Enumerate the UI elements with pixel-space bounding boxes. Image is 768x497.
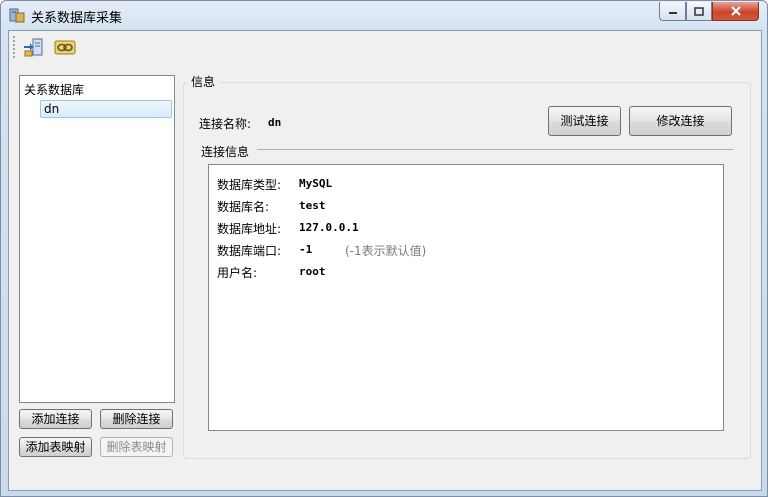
close-icon — [730, 6, 741, 16]
add-table-mapping-button[interactable]: 添加表映射 — [19, 437, 92, 457]
db-port-value: -1 — [299, 243, 313, 256]
window-title: 关系数据库采集 — [31, 11, 123, 26]
db-name-value: test — [299, 199, 326, 212]
close-button[interactable] — [712, 2, 759, 21]
db-type-value: MySQL — [299, 177, 333, 190]
username-value: root — [299, 265, 326, 278]
connection-info-divider — [257, 149, 733, 150]
database-tree[interactable]: 关系数据库 dn — [19, 75, 175, 403]
connection-info-title: 连接信息 — [201, 145, 250, 159]
db-port-label: 数据库端口: — [217, 244, 282, 258]
toolbar-grip[interactable] — [13, 36, 15, 58]
link-icon — [54, 40, 76, 55]
minimize-icon — [668, 12, 677, 14]
connection-name-label: 连接名称: — [199, 117, 252, 131]
db-port-hint: (-1表示默认值) — [345, 244, 427, 258]
connection-details-panel — [208, 164, 724, 431]
export-database-button[interactable] — [22, 36, 44, 58]
toolbar — [9, 31, 761, 63]
maximize-icon — [694, 6, 704, 16]
link-button[interactable] — [54, 36, 76, 58]
db-address-label: 数据库地址: — [217, 222, 282, 236]
info-group-title: 信息 — [187, 73, 220, 90]
client-area: 关系数据库 dn 添加连接 删除连接 添加表映射 删除表映射 信息 连接名称: … — [8, 30, 762, 491]
connection-name-value: dn — [268, 116, 282, 129]
minimize-button[interactable] — [659, 2, 686, 21]
app-window: 关系数据库采集 关系数据库 dn 添加连接 删除连接 添加表映射 删除表映射 信… — [0, 0, 768, 497]
db-address-value: 127.0.0.1 — [299, 221, 359, 234]
delete-table-mapping-button[interactable]: 删除表映射 — [100, 437, 173, 457]
db-type-label: 数据库类型: — [217, 178, 282, 192]
export-database-icon — [24, 38, 43, 57]
delete-connection-button[interactable]: 删除连接 — [100, 409, 173, 429]
title-bar[interactable]: 关系数据库采集 — [1, 1, 767, 29]
test-connection-button[interactable]: 测试连接 — [548, 106, 621, 136]
db-name-label: 数据库名: — [217, 200, 270, 214]
username-label: 用户名: — [217, 266, 258, 280]
maximize-button[interactable] — [686, 2, 712, 21]
edit-connection-button[interactable]: 修改连接 — [629, 106, 732, 136]
tree-item-dn[interactable]: dn — [40, 100, 172, 118]
tree-root-label[interactable]: 关系数据库 — [24, 81, 84, 98]
app-icon — [9, 7, 25, 23]
add-connection-button[interactable]: 添加连接 — [19, 409, 92, 429]
